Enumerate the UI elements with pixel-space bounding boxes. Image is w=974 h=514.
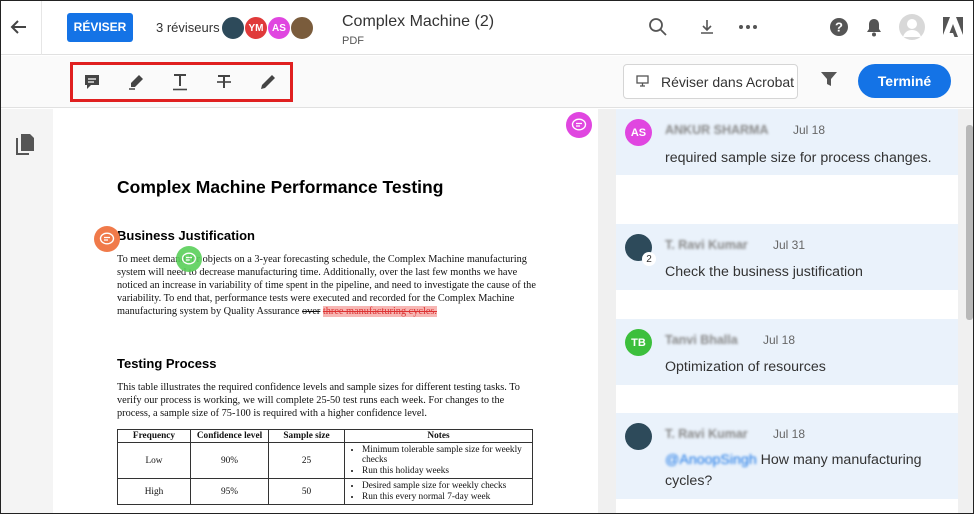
testing-paragraph: This table illustrates the required conf…	[117, 382, 520, 420]
comment-date: Jul 18	[763, 333, 796, 347]
review-in-acrobat-button[interactable]: Réviser dans Acrobat	[623, 64, 798, 99]
reviewers-count[interactable]: 3 réviseurs	[156, 20, 220, 35]
comment-author: T. Ravi Kumar	[665, 427, 748, 441]
avatar: AS	[625, 119, 652, 146]
monitor-icon	[636, 74, 649, 90]
user-avatar-icon[interactable]	[899, 14, 925, 40]
list-item: Run this every normal 7-day week	[362, 492, 529, 503]
comment-card[interactable]: T. Ravi Kumar Jul 18 @AnoopSingh How man…	[616, 413, 958, 499]
app-window: RÉVISER 3 réviseurs YM AS Complex Machin…	[0, 0, 974, 514]
table-header: Frequency	[117, 429, 191, 443]
mention-link[interactable]: @AnoopSingh	[665, 452, 757, 468]
search-icon[interactable]	[647, 16, 669, 38]
review-button[interactable]: RÉVISER	[67, 13, 133, 42]
acrobat-button-label: Réviser dans Acrobat	[661, 73, 795, 90]
comment-author: ANKUR SHARMA	[665, 123, 769, 137]
document-heading: Complex Machine Performance Testing	[117, 177, 444, 197]
strikethrough-text-icon[interactable]	[213, 71, 235, 93]
section-heading-business: Business Justification	[117, 228, 255, 243]
annotation-toolbar: Réviser dans Acrobat Terminé	[1, 56, 973, 108]
list-item: Minimum tolerable sample size for weekly…	[362, 445, 529, 466]
table-cell: Minimum tolerable sample size for weekly…	[344, 442, 533, 479]
avatar: YM	[244, 16, 268, 40]
avatar	[625, 423, 652, 450]
reviewer-avatars[interactable]: YM AS	[221, 16, 314, 40]
document-margin	[598, 109, 616, 513]
comment-text: Check the business justification	[665, 264, 863, 280]
struck-highlight-text[interactable]: three manufacturing cycles.	[322, 306, 437, 318]
table-row: Low 90% 25 Minimum tolerable sample size…	[117, 442, 533, 479]
table-row: High 95% 50 Desired sample size for week…	[117, 478, 533, 505]
underline-text-icon[interactable]	[169, 71, 191, 93]
comment-text: required sample size for process changes…	[665, 150, 932, 166]
comment-author: Tanvi Bhalla	[665, 333, 738, 347]
help-icon[interactable]: ?	[828, 16, 850, 38]
highlighter-icon[interactable]	[125, 71, 147, 93]
filter-icon[interactable]	[819, 69, 841, 91]
document-viewer[interactable]: Complex Machine Performance Testing Busi…	[53, 109, 598, 513]
avatar	[221, 16, 245, 40]
comment-card[interactable]: 2 T. Ravi Kumar Jul 31 Check the busines…	[616, 224, 958, 290]
done-button[interactable]: Terminé	[858, 64, 951, 98]
scrollbar-thumb[interactable]	[966, 125, 973, 320]
pencil-draw-icon[interactable]	[257, 71, 279, 93]
table-header: Confidence level	[190, 429, 269, 443]
table-cell: High	[117, 478, 191, 505]
section-heading-testing: Testing Process	[117, 356, 217, 371]
table-cell: 25	[268, 442, 345, 479]
back-arrow-icon[interactable]	[9, 17, 29, 37]
comment-text: @AnoopSingh How many manufacturing cycle…	[665, 450, 945, 492]
top-header: RÉVISER 3 réviseurs YM AS Complex Machin…	[1, 1, 973, 55]
notifications-bell-icon[interactable]	[863, 16, 885, 38]
table-cell: Low	[117, 442, 191, 479]
table-header: Notes	[344, 429, 533, 443]
document-title: Complex Machine (2)	[342, 13, 495, 30]
comment-author: T. Ravi Kumar	[665, 238, 748, 252]
svg-text:?: ?	[835, 20, 843, 35]
list-item: Desired sample size for weekly checks	[362, 481, 529, 492]
comment-pin-icon[interactable]	[566, 112, 592, 138]
left-rail	[1, 109, 53, 513]
table-header: Sample size	[268, 429, 345, 443]
table-cell: 90%	[190, 442, 269, 479]
download-icon[interactable]	[696, 16, 718, 38]
comments-panel[interactable]: AS ANKUR SHARMA Jul 18 required sample s…	[616, 109, 958, 513]
avatar	[290, 16, 314, 40]
pages-thumbnail-icon[interactable]	[15, 133, 35, 160]
list-item: Run this holiday weeks	[362, 466, 529, 477]
avatar: AS	[267, 16, 291, 40]
comment-pin-icon[interactable]	[94, 226, 120, 252]
table-cell: 95%	[190, 478, 269, 505]
table-cell: Desired sample size for weekly checks Ru…	[344, 478, 533, 505]
struck-text[interactable]: over	[302, 306, 320, 317]
comment-date: Jul 18	[793, 123, 826, 137]
sticky-note-icon[interactable]	[81, 71, 103, 93]
comment-card[interactable]: AS ANKUR SHARMA Jul 18 required sample s…	[616, 109, 958, 175]
comment-date: Jul 18	[773, 427, 806, 441]
comment-pin-icon[interactable]	[176, 246, 202, 272]
header-divider	[41, 1, 42, 55]
comment-date: Jul 31	[773, 238, 806, 252]
adobe-logo-icon	[941, 15, 965, 39]
avatar: TB	[625, 329, 652, 356]
more-options-icon[interactable]	[737, 16, 759, 38]
requirements-table: Frequency Confidence level Sample size N…	[117, 429, 533, 505]
table-cell: 50	[268, 478, 345, 505]
table-header-row: Frequency Confidence level Sample size N…	[117, 429, 533, 443]
reply-count-badge: 2	[642, 252, 656, 266]
document-type: PDF	[342, 35, 364, 47]
comment-text: Optimization of resources	[665, 359, 826, 375]
comment-card[interactable]: TB Tanvi Bhalla Jul 18 Optimization of r…	[616, 319, 958, 385]
